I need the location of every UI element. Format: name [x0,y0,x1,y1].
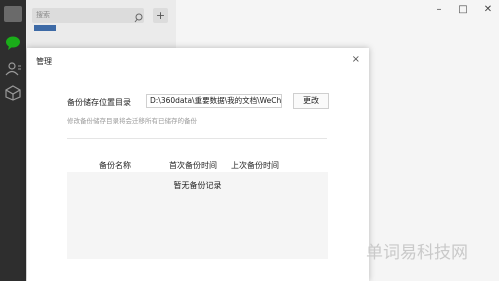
left-nav-bar [0,0,26,281]
minimize-button[interactable]: – [432,3,446,17]
add-button[interactable]: + [153,8,168,23]
column-header-first-backup: 首次备份时间 [169,161,217,170]
dialog-close-button[interactable]: × [352,54,360,65]
backup-list: 暂无备份记录 [67,172,328,259]
search-input[interactable]: 搜索 [32,8,144,23]
maximize-button[interactable]: □ [456,3,470,17]
empty-state-text: 暂无备份记录 [173,181,222,190]
dialog-title: 管理 [36,57,52,66]
storage-location-label: 备份储存位置目录 [67,98,131,107]
contacts-icon[interactable] [4,60,22,78]
search-icon[interactable] [134,9,144,23]
column-header-last-backup: 上次备份时间 [231,161,279,170]
chat-icon[interactable] [4,34,22,52]
divider [67,138,327,139]
change-button[interactable]: 更改 [293,93,329,109]
close-window-button[interactable]: ✕ [481,3,495,17]
chat-item-highlight[interactable] [34,25,56,31]
manage-dialog: 管理 × 备份储存位置目录 D:\360data\重要数据\我的文档\WeCha… [27,48,369,281]
storage-path-field[interactable]: D:\360data\重要数据\我的文档\WeCha [146,94,282,108]
watermark: 单词易科技网 [366,243,468,263]
avatar[interactable] [4,6,22,22]
storage-hint: 修改备份储存目录将会迁移所有已储存的备份 [67,117,197,125]
collections-icon[interactable] [4,84,22,102]
column-header-name: 备份名称 [99,161,131,170]
